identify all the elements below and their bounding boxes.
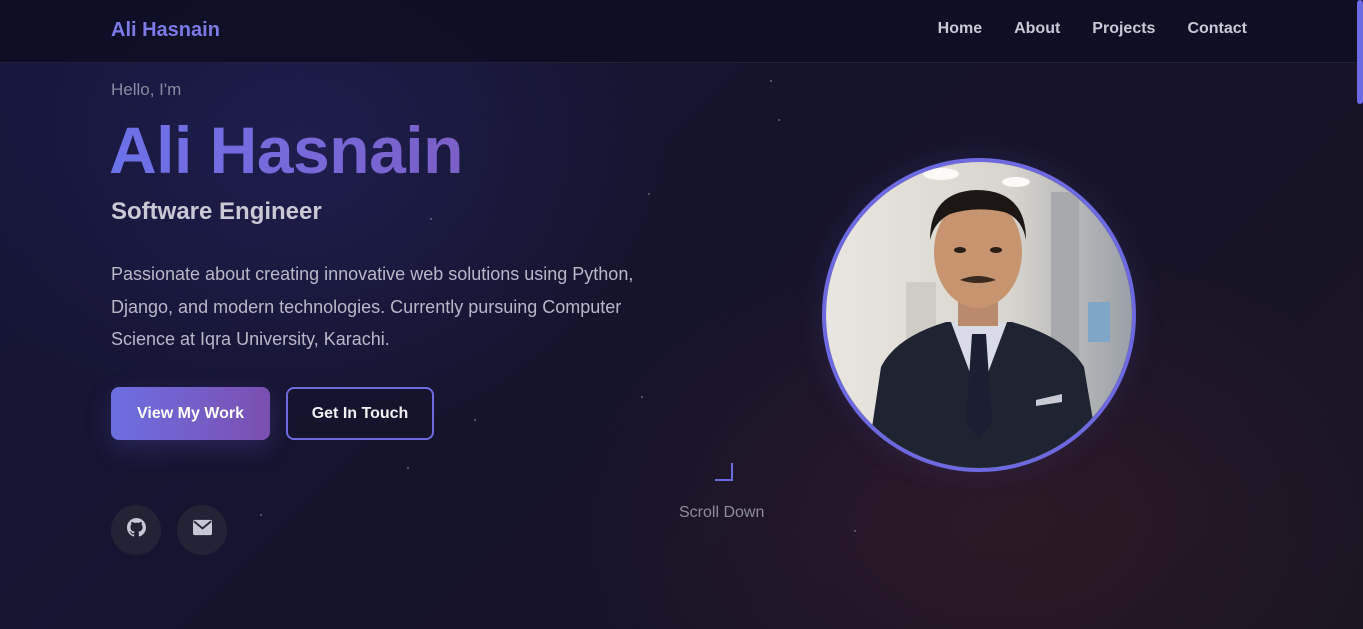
get-in-touch-button[interactable]: Get In Touch <box>286 387 434 440</box>
nav-links: Home About Projects Contact <box>938 20 1247 38</box>
hero-role: Software Engineer <box>111 198 322 225</box>
envelope-icon <box>192 518 212 542</box>
github-icon <box>126 518 146 542</box>
view-my-work-button[interactable]: View My Work <box>111 387 270 440</box>
background-star <box>778 119 780 121</box>
nav-link-contact[interactable]: Contact <box>1187 20 1247 38</box>
scroll-down-arrow-icon[interactable] <box>715 463 733 481</box>
github-link[interactable] <box>111 505 161 555</box>
hero-name: Ali Hasnain <box>109 113 463 187</box>
hero-description: Passionate about creating innovative web… <box>111 264 634 349</box>
scroll-down-label[interactable]: Scroll Down <box>679 504 764 522</box>
background-star <box>430 218 432 220</box>
background-star <box>854 530 856 532</box>
portfolio-page: Ali Hasnain Home About Projects Contact … <box>0 0 1363 629</box>
background-star <box>641 396 643 398</box>
background-star <box>407 467 409 469</box>
background-star <box>260 514 262 516</box>
nav-link-projects[interactable]: Projects <box>1092 20 1155 38</box>
hero-greeting: Hello, I'm <box>111 80 182 99</box>
background-star <box>474 419 476 421</box>
nav-link-about[interactable]: About <box>1014 20 1060 38</box>
background-star <box>648 193 650 195</box>
profile-photo <box>822 158 1136 472</box>
profile-photo-illustration <box>826 162 1132 468</box>
background-star <box>770 80 772 82</box>
brand-logo[interactable]: Ali Hasnain <box>111 19 220 42</box>
email-link[interactable] <box>177 505 227 555</box>
top-navbar: Ali Hasnain Home About Projects Contact <box>0 0 1363 63</box>
nav-link-home[interactable]: Home <box>938 20 982 38</box>
scrollbar-thumb[interactable] <box>1357 0 1363 104</box>
